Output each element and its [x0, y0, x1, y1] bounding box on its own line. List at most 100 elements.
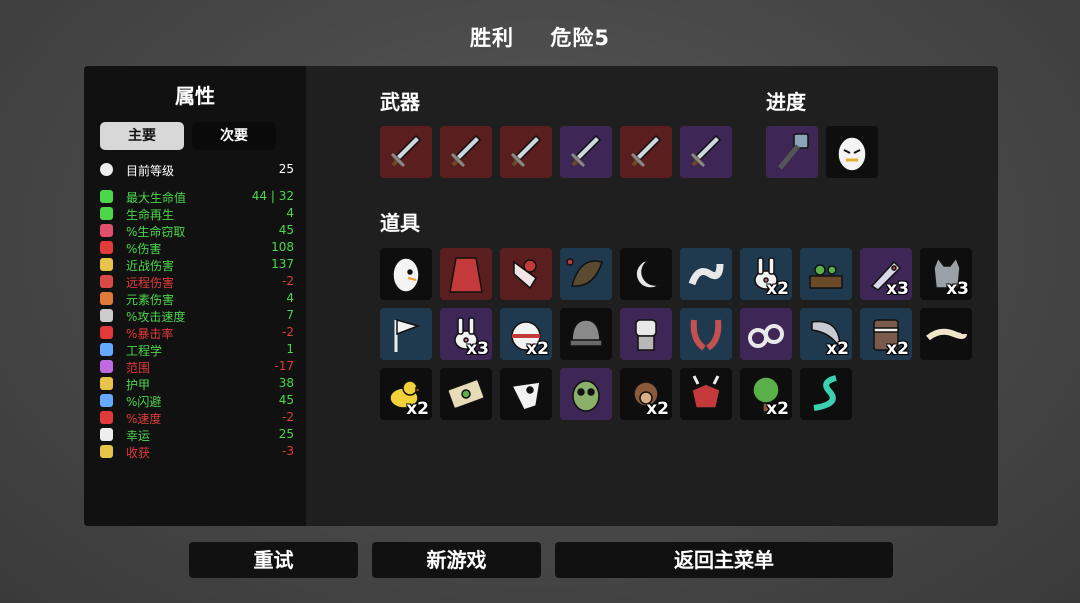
- stat-row: 生命再生 4: [98, 205, 294, 222]
- item-slot[interactable]: x3: [920, 248, 972, 300]
- item-slot[interactable]: [620, 248, 672, 300]
- item-slot[interactable]: x2: [740, 248, 792, 300]
- level-row: 目前等级 25: [98, 160, 294, 178]
- progress-slot[interactable]: [826, 126, 878, 178]
- stat-label: %攻击速度: [126, 310, 186, 324]
- lizard-icon: [926, 328, 967, 341]
- item-count: x2: [886, 339, 909, 359]
- claws-icon: [690, 319, 722, 351]
- banknote-icon: [447, 378, 485, 410]
- item-slot[interactable]: [440, 248, 492, 300]
- item-slot[interactable]: x2: [740, 368, 792, 420]
- item-slot[interactable]: x2: [500, 308, 552, 360]
- demon-icon: [691, 375, 721, 409]
- item-count: x2: [406, 399, 429, 419]
- item-slot[interactable]: x3: [860, 248, 912, 300]
- stat-label: 工程学: [126, 344, 163, 358]
- handcuffs-icon: [748, 324, 784, 348]
- skull-icon: [510, 381, 541, 411]
- item-slot[interactable]: [680, 308, 732, 360]
- stat-value: 45: [278, 393, 294, 407]
- speed-icon: [100, 411, 113, 424]
- item-slot[interactable]: [500, 248, 552, 300]
- item-slot[interactable]: x2: [860, 308, 912, 360]
- robot-icon: [635, 319, 657, 351]
- item-slot[interactable]: [920, 308, 972, 360]
- tab-primary[interactable]: 主要: [100, 122, 184, 150]
- shield-icon: [100, 377, 113, 390]
- main-menu-button[interactable]: 返回主菜单: [555, 542, 893, 578]
- harvest-icon: [100, 445, 113, 458]
- item-slot[interactable]: [440, 368, 492, 420]
- progress-slot[interactable]: [766, 126, 818, 178]
- crit-icon: [100, 326, 113, 339]
- hammer-icon: [778, 133, 809, 170]
- weapon-slot[interactable]: [380, 126, 432, 178]
- tab-secondary[interactable]: 次要: [192, 122, 276, 150]
- item-count: x2: [646, 399, 669, 419]
- sword-icon: [630, 134, 662, 168]
- weapon-slot[interactable]: [500, 126, 552, 178]
- zombie-icon: [572, 380, 600, 412]
- stat-label: %暴击率: [126, 327, 174, 341]
- snake-icon: [813, 375, 837, 411]
- egg-icon: [392, 257, 420, 293]
- danger-label: 危险5: [550, 26, 610, 50]
- stat-label: 幸运: [126, 429, 151, 443]
- item-slot[interactable]: [500, 368, 552, 420]
- item-slot[interactable]: [560, 308, 612, 360]
- item-slot[interactable]: x3: [440, 308, 492, 360]
- item-slot[interactable]: x2: [380, 368, 432, 420]
- moon-icon: [635, 259, 661, 289]
- item-count: x3: [946, 279, 969, 299]
- stat-label: 元素伤害: [126, 293, 175, 307]
- item-slot[interactable]: [380, 308, 432, 360]
- stat-value: -2: [282, 410, 294, 424]
- stat-value: 7: [286, 308, 294, 322]
- weapon-slot[interactable]: [440, 126, 492, 178]
- item-slot[interactable]: [800, 248, 852, 300]
- bow-icon: [100, 275, 113, 288]
- item-slot[interactable]: x2: [620, 368, 672, 420]
- new-game-button[interactable]: 新游戏: [372, 542, 541, 578]
- cape-icon: [449, 257, 483, 293]
- stat-label: 收获: [126, 446, 151, 460]
- sword-icon: [390, 134, 422, 168]
- item-slot[interactable]: [380, 248, 432, 300]
- stat-value: -2: [282, 325, 294, 339]
- stat-label: %生命窃取: [126, 225, 186, 239]
- stat-value: 25: [278, 427, 294, 441]
- level-value: 25: [278, 162, 294, 176]
- sword-icon: [570, 134, 602, 168]
- stat-row: 近战伤害 137: [98, 256, 294, 273]
- angry-egg-icon: [837, 136, 867, 172]
- stat-value: -3: [282, 444, 294, 458]
- cocoon-icon: [566, 258, 603, 287]
- stat-list: 最大生命值 44 | 32 生命再生 4 %生命窃取 45 %伤害 108 近战伤害 137 远程伤…: [98, 188, 294, 460]
- bloody-hand-icon: [513, 259, 537, 290]
- stat-value: 4: [286, 291, 294, 305]
- sword-icon: [450, 134, 482, 168]
- stat-label: 护甲: [126, 378, 151, 392]
- item-slot[interactable]: x2: [800, 308, 852, 360]
- level-icon: [100, 163, 113, 176]
- heart-icon: [100, 190, 113, 203]
- item-slot[interactable]: [680, 368, 732, 420]
- item-slot[interactable]: [560, 248, 612, 300]
- stat-value: 44 | 32: [251, 189, 294, 203]
- sword-icon: [100, 258, 113, 271]
- retry-button[interactable]: 重试: [189, 542, 358, 578]
- item-count: x2: [826, 339, 849, 359]
- weapons-label: 武器: [380, 90, 420, 114]
- weapon-slot[interactable]: [560, 126, 612, 178]
- item-count: x3: [466, 339, 489, 359]
- run-summary-panel: 属性 主要 次要 目前等级 25 最大生命值 44 | 32 生命再生 4 %生命窃取 4…: [84, 66, 998, 526]
- item-slot[interactable]: [680, 248, 732, 300]
- item-slot[interactable]: [620, 308, 672, 360]
- item-count: x2: [766, 399, 789, 419]
- item-slot[interactable]: [800, 368, 852, 420]
- weapon-slot[interactable]: [620, 126, 672, 178]
- weapon-slot[interactable]: [680, 126, 732, 178]
- item-slot[interactable]: [560, 368, 612, 420]
- item-slot[interactable]: [740, 308, 792, 360]
